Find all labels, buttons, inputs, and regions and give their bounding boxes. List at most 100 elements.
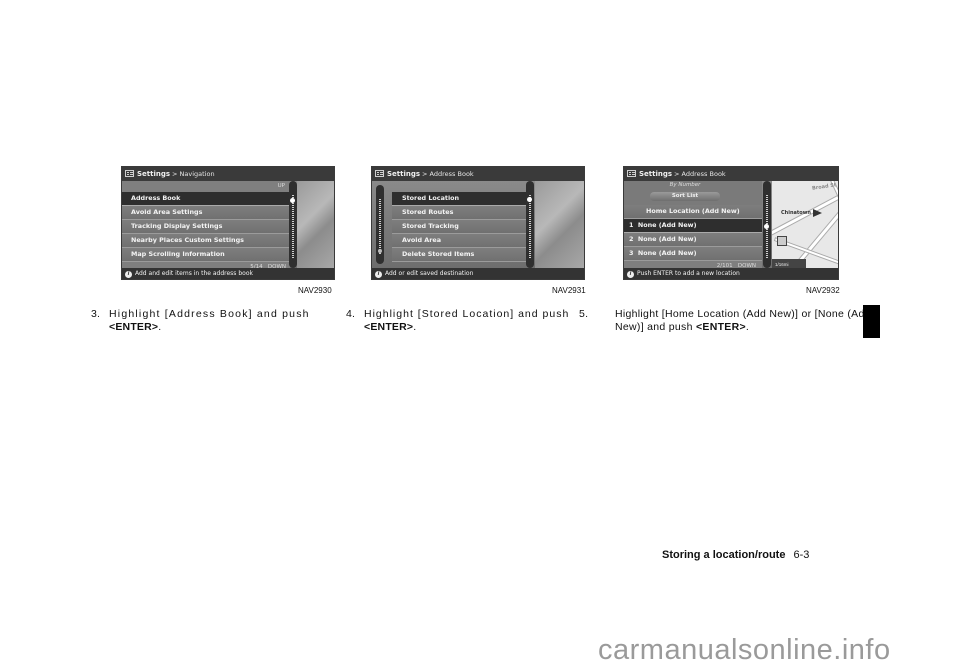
sort-area: By Number Sort List xyxy=(624,181,762,205)
breadcrumb: > Navigation xyxy=(172,170,215,178)
menu-body: Stored Location Stored Routes Stored Tra… xyxy=(372,181,584,268)
left-scroll-arc xyxy=(376,185,384,264)
settings-menu-icon xyxy=(375,170,384,177)
list-item-none-3[interactable]: 3 None (Add New) xyxy=(624,247,762,261)
screenshot-settings-address-book: Settings > Address Book Stored Location S… xyxy=(371,166,585,280)
status-bar: i Add and edit items in the address book xyxy=(122,268,334,279)
scrollbar-track xyxy=(292,195,294,258)
map-scale-box: 1/16mi xyxy=(772,259,806,268)
settings-menu-icon xyxy=(627,170,636,177)
menu-item-delete-stored-items[interactable]: Delete Stored Items xyxy=(392,248,528,262)
list-item-label: 1 None (Add New) xyxy=(629,221,697,229)
title: Settings xyxy=(639,170,673,178)
breadcrumb: > Address Book xyxy=(674,170,726,178)
list-item-home-location[interactable]: Home Location (Add New) xyxy=(624,205,762,219)
info-icon: i xyxy=(627,271,634,278)
menu-item-stored-location[interactable]: Stored Location xyxy=(392,192,528,206)
decorative-background xyxy=(535,181,584,268)
map-area-label: Chinatown xyxy=(781,210,811,216)
settings-menu-icon xyxy=(125,170,134,177)
step-5-instruction: 5. Highlight [Home Location (Add New)] or… xyxy=(579,308,873,334)
scroll-up-label[interactable]: UP xyxy=(122,181,290,192)
scrollbar[interactable] xyxy=(763,181,771,268)
scrollbar[interactable] xyxy=(526,181,534,268)
title: Settings xyxy=(387,170,421,178)
figure-code: NAV2931 xyxy=(552,286,586,295)
menu-item-nearby-places-custom-settings[interactable]: Nearby Places Custom Settings xyxy=(122,234,290,248)
title: Settings xyxy=(137,170,171,178)
list-item-label: 2 None (Add New) xyxy=(629,235,697,243)
menu-item-avoid-area[interactable]: Avoid Area xyxy=(392,234,528,248)
map-view[interactable]: Broad St Chinatown 1/16mi xyxy=(772,181,838,268)
step-end: . xyxy=(158,321,162,333)
section-title: Storing a location/route xyxy=(662,549,786,561)
menu-item-tracking-display-settings[interactable]: Tracking Display Settings xyxy=(122,220,290,234)
menu-item-stored-tracking[interactable]: Stored Tracking xyxy=(392,220,528,234)
status-text: Add and edit items in the address book xyxy=(135,270,253,277)
scrollbar-track xyxy=(529,195,531,258)
menu-item-label: Map Scrolling Information xyxy=(131,250,225,258)
menu-item-label: Avoid Area xyxy=(402,236,442,244)
info-icon: i xyxy=(375,271,382,278)
menu-item-label: Delete Stored Items xyxy=(402,250,475,258)
enter-key-label: <ENTER> xyxy=(109,321,159,333)
info-icon: i xyxy=(125,271,132,278)
step-end: . xyxy=(413,321,417,333)
page-footer: Storing a location/route 6-3 xyxy=(662,549,809,561)
scrollbar[interactable] xyxy=(289,181,297,268)
scrollbar-thumb[interactable] xyxy=(764,224,769,229)
screenshot-settings-navigation: Settings > Navigation UP Address Book Avo… xyxy=(121,166,335,280)
step-number: 3. xyxy=(91,308,101,320)
menu-item-label: Stored Tracking xyxy=(402,222,459,230)
title-bar: Settings > Navigation xyxy=(122,167,334,181)
arc-track xyxy=(379,199,381,254)
enter-key-label: <ENTER> xyxy=(364,321,414,333)
menu-item-label: Avoid Area Settings xyxy=(131,208,203,216)
step-text: Highlight [Stored Location] and push xyxy=(364,308,570,320)
menu-item-label: Address Book xyxy=(131,194,181,202)
step-number: 5. xyxy=(579,308,589,320)
sort-list-button[interactable]: Sort List xyxy=(650,192,720,201)
step-number: 4. xyxy=(346,308,356,320)
menu-item-map-scrolling-information[interactable]: Map Scrolling Information xyxy=(122,248,290,262)
status-bar: i Add or edit saved destination xyxy=(372,268,584,279)
menu-body: UP Address Book Avoid Area Settings Trac… xyxy=(122,181,334,273)
figure-code: NAV2930 xyxy=(298,286,332,295)
scrollbar-thumb[interactable] xyxy=(290,198,295,203)
title-bar: Settings > Address Book xyxy=(372,167,584,181)
menu-item-label: Nearby Places Custom Settings xyxy=(131,236,244,244)
status-text: Add or edit saved destination xyxy=(385,270,474,277)
menu-body: By Number Sort List Home Location (Add N… xyxy=(624,181,838,272)
menu-item-avoid-area-settings[interactable]: Avoid Area Settings xyxy=(122,206,290,220)
list-item-none-1[interactable]: 1 None (Add New) xyxy=(624,219,762,233)
step-end: . xyxy=(745,321,750,333)
arc-marker xyxy=(378,249,382,253)
decorative-background xyxy=(297,181,334,268)
menu-item-stored-routes[interactable]: Stored Routes xyxy=(392,206,528,220)
map-street-label: Broad St xyxy=(811,182,837,192)
status-text: Push ENTER to add a new location xyxy=(637,270,740,277)
screenshot-stored-location-list: Settings > Address Book By Number Sort Li… xyxy=(623,166,839,280)
enter-key-label: <ENTER> xyxy=(695,321,746,333)
watermark: carmanualsonline.info xyxy=(598,634,891,666)
figure-code: NAV2932 xyxy=(806,286,840,295)
list-item-none-2[interactable]: 2 None (Add New) xyxy=(624,233,762,247)
menu-item-address-book[interactable]: Address Book xyxy=(122,192,290,206)
menu-item-label: Stored Location xyxy=(402,194,460,202)
step-text: Highlight [Address Book] and push xyxy=(109,308,310,320)
sort-caption: By Number xyxy=(669,182,701,188)
page-number: 6-3 xyxy=(793,549,810,561)
status-bar: i Push ENTER to add a new location xyxy=(624,268,838,279)
map-scale: 1/16mi xyxy=(775,262,789,267)
list-item-label: 3 None (Add New) xyxy=(629,249,697,257)
title-bar: Settings > Address Book xyxy=(624,167,838,181)
map-mode-icon[interactable] xyxy=(777,236,787,246)
step-3-instruction: 3. Highlight [Address Book] and push <ENT… xyxy=(91,308,353,334)
menu-item-label: Stored Routes xyxy=(402,208,454,216)
breadcrumb: > Address Book xyxy=(422,170,474,178)
vehicle-position-icon xyxy=(813,209,822,217)
chapter-tab-marker xyxy=(863,305,880,338)
step-4-instruction: 4. Highlight [Stored Location] and push <… xyxy=(346,308,608,334)
scrollbar-thumb[interactable] xyxy=(527,197,532,202)
menu-item-label: Tracking Display Settings xyxy=(131,222,223,230)
